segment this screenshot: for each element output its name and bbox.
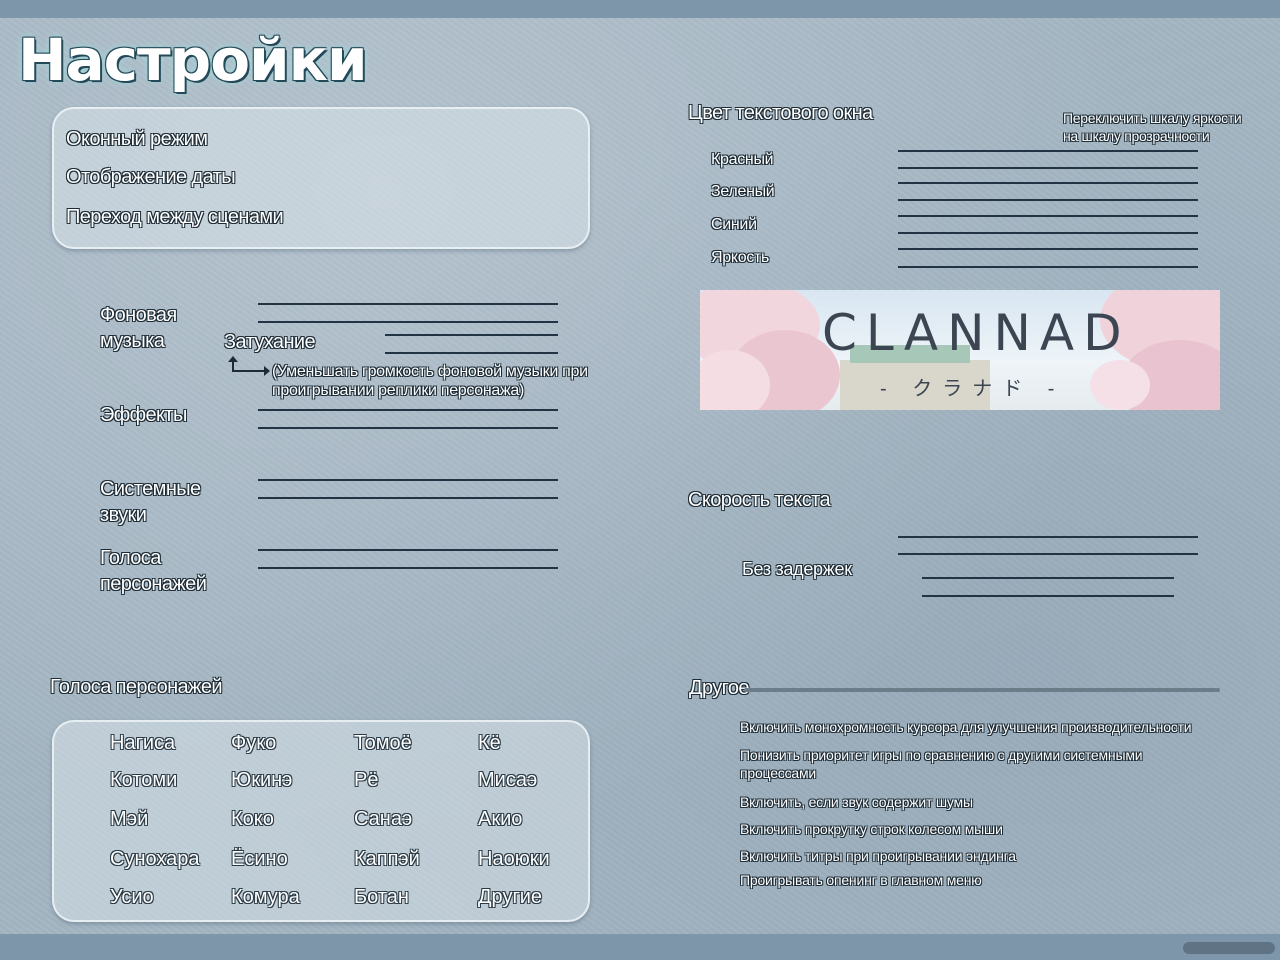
no-delay-line-2[interactable] xyxy=(922,595,1174,597)
speed-slider-line-2[interactable] xyxy=(898,553,1198,555)
voice-item[interactable]: Ботан xyxy=(354,886,409,909)
option-sound-noise[interactable]: Включить, если звук содержит шумы xyxy=(740,793,1230,811)
voice-item[interactable]: Сунохара xyxy=(110,848,200,871)
top-band xyxy=(0,0,1280,18)
text-color-heading: Цвет текстового окна xyxy=(688,102,873,124)
red-slider-line-1[interactable] xyxy=(898,150,1198,152)
voice-item[interactable]: Нагиса xyxy=(110,732,175,755)
clannad-logo: CLANNAD xyxy=(822,304,1131,362)
page-title: Настройки xyxy=(18,26,368,94)
bgm-label: Фоновая музыка xyxy=(100,304,177,352)
fade-arrow-arm xyxy=(232,370,266,372)
other-divider xyxy=(744,688,1220,692)
voice-item[interactable]: Акио xyxy=(478,808,522,831)
blue-slider-line-2[interactable] xyxy=(898,232,1198,234)
blue-label: Синий xyxy=(711,216,757,233)
voices-volume-label: Голоса персонажей xyxy=(100,547,207,595)
no-delay-line-1[interactable] xyxy=(922,577,1174,579)
voices-slider-line-1[interactable] xyxy=(258,549,558,551)
scroll-handle[interactable] xyxy=(1183,942,1275,954)
voices-heading: Голоса персонажей xyxy=(50,676,223,698)
voice-item[interactable]: Коко xyxy=(231,808,274,831)
red-label: Красный xyxy=(711,151,774,168)
windowed-mode-option[interactable]: Оконный режим xyxy=(66,128,208,151)
system-slider-line-2[interactable] xyxy=(258,497,558,499)
brightness-slider-line-1[interactable] xyxy=(898,248,1198,250)
fade-label: Затухание xyxy=(224,331,316,353)
text-window-preview: CLANNAD - クラナド - xyxy=(700,290,1220,410)
brightness-label: Яркость xyxy=(711,249,770,266)
brightness-transparency-toggle[interactable]: Переключить шкалу яркости на шкалу прозр… xyxy=(1063,109,1242,145)
option-lower-priority[interactable]: Понизить приоритет игры по сравнению с д… xyxy=(740,746,1190,782)
date-display-option[interactable]: Отображение даты xyxy=(66,166,236,189)
blossom-6 xyxy=(1090,360,1150,410)
red-slider-line-2[interactable] xyxy=(898,167,1198,169)
voice-item[interactable]: Мэй xyxy=(110,808,148,831)
voice-item[interactable]: Усио xyxy=(110,886,154,909)
voice-item[interactable]: Фуко xyxy=(231,732,276,755)
voice-item[interactable]: Санаэ xyxy=(354,808,412,831)
fade-slider-line-1[interactable] xyxy=(385,334,558,336)
voice-item[interactable]: Мисаэ xyxy=(478,769,537,792)
voice-item[interactable]: Томоё xyxy=(354,732,412,755)
voice-item[interactable]: Комура xyxy=(231,886,300,909)
voice-item[interactable]: Котоми xyxy=(110,769,177,792)
scene-transition-option[interactable]: Переход между сценами xyxy=(66,206,284,229)
text-speed-heading: Скорость текста xyxy=(688,489,831,511)
option-ending-credits[interactable]: Включить титры при проигрывании эндинга xyxy=(740,847,1230,865)
voice-item[interactable]: Каппэй xyxy=(354,848,420,871)
fade-arrow-right-icon xyxy=(264,366,270,376)
green-slider-line-2[interactable] xyxy=(898,199,1198,201)
voice-item[interactable]: Ёсино xyxy=(231,848,288,871)
system-sounds-label: Системные звуки xyxy=(100,478,201,526)
voice-item[interactable]: Другие xyxy=(478,886,542,909)
fade-slider-line-2[interactable] xyxy=(385,352,558,354)
bgm-slider-line-2[interactable] xyxy=(258,321,558,323)
bgm-slider-line-1[interactable] xyxy=(258,303,558,305)
voice-item[interactable]: Кё xyxy=(478,732,501,755)
effects-label: Эффекты xyxy=(100,404,187,426)
system-slider-line-1[interactable] xyxy=(258,479,558,481)
fade-note: (Уменьшать громкость фоновой музыки при … xyxy=(272,363,588,399)
option-mouse-wheel-scroll[interactable]: Включить прокрутку строк колесом мыши xyxy=(740,820,1230,838)
green-slider-line-1[interactable] xyxy=(898,182,1198,184)
blue-slider-line-1[interactable] xyxy=(898,215,1198,217)
option-play-opening[interactable]: Проигрывать опенинг в главном меню xyxy=(740,871,1230,889)
speed-slider-line-1[interactable] xyxy=(898,536,1198,538)
effects-slider-line-1[interactable] xyxy=(258,409,558,411)
bottom-band xyxy=(0,934,1280,960)
clannad-subtitle: - クラナド - xyxy=(880,378,1065,400)
brightness-slider-line-2[interactable] xyxy=(898,266,1198,268)
green-label: Зеленый xyxy=(711,183,775,200)
option-monochrome-cursor[interactable]: Включить монохромность курсора для улучш… xyxy=(740,718,1230,736)
other-heading: Другое xyxy=(689,677,750,699)
no-delay-option[interactable]: Без задержек xyxy=(742,559,852,580)
voices-slider-line-2[interactable] xyxy=(258,567,558,569)
voice-item[interactable]: Рё xyxy=(354,769,378,792)
voice-item[interactable]: Юкинэ xyxy=(231,769,292,792)
effects-slider-line-2[interactable] xyxy=(258,427,558,429)
voice-item[interactable]: Наоюки xyxy=(478,848,550,871)
